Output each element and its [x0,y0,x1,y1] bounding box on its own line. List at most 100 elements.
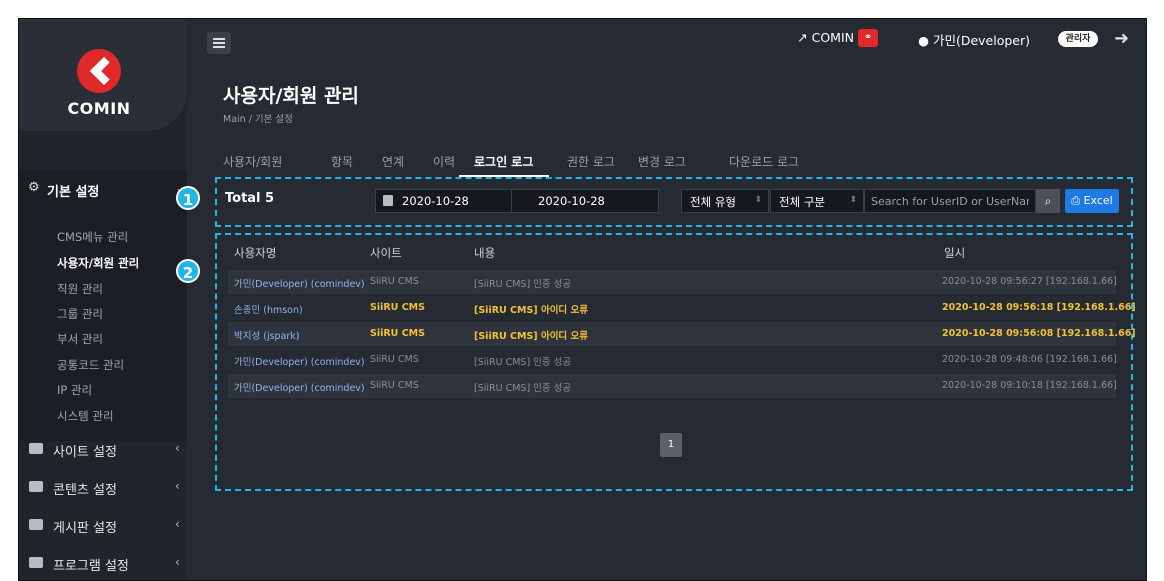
sidebar-subitem[interactable]: 부서 관리 [57,331,103,347]
cell-date: 2020-10-28 09:48:06 [192.168.1.66] [942,354,1117,365]
tab-item[interactable]: 변경 로그 [638,153,686,170]
sidebar-subitem[interactable]: 직원 관리 [57,281,103,297]
search-icon: ⌕ [1044,194,1052,208]
user-menu[interactable]: ● 가민(Developer) [918,30,1030,49]
comments-icon [29,519,43,530]
cell-date: 2020-10-28 09:10:18 [192.168.1.66] [942,380,1117,391]
comin-site-link[interactable]: ↗ COMIN [797,30,854,45]
page-title: 사용자/회원 관리 [223,85,359,107]
select-arrow-icon: ⬍ [754,195,762,205]
cell-site: SiiRU CMS [370,328,425,339]
calendar-icon [383,195,393,206]
search-input[interactable] [864,189,1036,213]
table-row: 가민(Developer) (comindev) SiiRU CMS [SiiRU … [228,270,1117,294]
sidebar: COMIN ⚙ 기본 설정 ⌄ CMS메뉴 관리사용자/회원 관리직원 관리그룹… [19,19,187,580]
cell-user[interactable]: 가민(Developer) (comindev) [234,354,365,368]
cell-content: [SiiRU CMS] 인증 성공 [474,357,572,368]
cell-user[interactable]: 가민(Developer) (comindev) [234,276,365,290]
column-header-site: 사이트 [370,246,402,260]
total-count: Total 5 [225,191,275,206]
chevron-left-icon: ‹ [175,517,180,531]
tab-item[interactable]: 항목 [331,153,353,170]
sidebar-section-basic[interactable]: ⚙ 기본 설정 ⌄ CMS메뉴 관리사용자/회원 관리직원 관리그룹 관리부서 … [19,171,187,441]
cell-content: [SiiRU CMS] 인증 성공 [474,279,572,290]
select-arrow-icon: ⬍ [849,195,857,205]
cell-content: [SiiRU CMS] 아이디 오류 [474,331,588,342]
chevron-left-icon: ‹ [175,479,180,493]
column-header-content: 내용 [474,246,496,260]
cell-content: [SiiRU CMS] 인증 성공 [474,383,572,394]
logo-text: COMIN [67,99,131,118]
tab-item[interactable]: 권한 로그 [567,153,615,170]
tab-item[interactable]: 연계 [382,153,404,170]
top-right-bar: ↗ COMIN ⚭ ● 가민(Developer) 관리자 ➜ [794,27,1134,51]
cell-site: SiiRU CMS [370,276,419,287]
date-from-input[interactable]: 2020-10-28 [375,189,523,213]
callout-marker-1: 1 [176,186,200,210]
excel-label: Excel [1083,194,1113,207]
sidebar-section-label: 사이트 설정 [53,445,117,460]
sidebar-section-label: 콘텐츠 설정 [53,483,117,498]
cell-user[interactable]: 손종민 (hmson) [234,302,303,316]
cell-user[interactable]: 박지성 (jspark) [234,328,300,342]
sidebar-subitem[interactable]: 사용자/회원 관리 [57,255,139,271]
cell-date: 2020-10-28 09:56:27 [192.168.1.66] [942,276,1117,287]
date-to-value: 2020-10-28 [538,194,605,208]
logo[interactable]: COMIN [19,19,187,131]
date-from-value: 2020-10-28 [402,194,469,208]
cell-site: SiiRU CMS [370,380,419,391]
tab-item[interactable]: 사용자/회원 [223,153,282,170]
cell-site: SiiRU CMS [370,302,425,313]
date-to-input[interactable]: 2020-10-28 [511,189,659,213]
gear-icon: ⚙ [28,180,40,195]
tab-item[interactable]: 다운로드 로그 [729,153,799,170]
cell-user[interactable]: 가민(Developer) (comindev) [234,380,365,394]
table-row: 가민(Developer) (comindev) SiiRU CMS [SiiRU … [228,348,1117,372]
pagination-page-button[interactable]: 1 [660,433,682,457]
sidebar-section-label: 프로그램 설정 [53,559,129,574]
sitemap-icon [29,557,43,568]
server-icon [29,443,43,454]
table-row: 손종민 (hmson) SiiRU CMS [SiiRU CMS] 아이디 오류 20… [228,296,1136,320]
category-select[interactable]: 전체 구분 ⬍ [770,189,864,213]
column-header-user: 사용자명 [234,246,277,260]
category-select-value: 전체 구분 [779,195,825,209]
sidebar-section-site[interactable]: 사이트 설정 ‹ [19,431,187,467]
sidebar-section-content[interactable]: 콘텐츠 설정 ‹ [19,469,187,505]
table-row: 가민(Developer) (comindev) SiiRU CMS [SiiRU … [228,374,1117,398]
search-button[interactable]: ⌕ [1036,189,1060,213]
breadcrumb: Main / 기본 설정 [223,114,293,125]
excel-icon: ⎙ [1071,194,1081,207]
link-icon[interactable]: ⚭ [858,29,878,47]
user-name-label: 가민(Developer) [932,33,1030,48]
chevron-left-icon: ‹ [175,555,180,569]
sidebar-subitem[interactable]: 공통코드 관리 [57,357,124,373]
sidebar-subitem[interactable]: IP 관리 [57,382,92,398]
sidebar-subitem[interactable]: 시스템 관리 [57,408,114,424]
tab-item[interactable]: 로그인 로그 [474,153,533,170]
sidebar-subitem[interactable]: 그룹 관리 [57,306,103,322]
cell-site: SiiRU CMS [370,354,419,365]
excel-download-button[interactable]: ⎙ Excel [1065,189,1119,213]
sidebar-section-board[interactable]: 게시판 설정 ‹ [19,507,187,543]
tab-item[interactable]: 이력 [433,153,455,170]
cell-date: 2020-10-28 09:56:18 [192.168.1.66] [942,302,1136,313]
cell-content: [SiiRU CMS] 아이디 오류 [474,305,588,316]
admin-badge: 관리자 [1058,31,1098,47]
column-header-date: 일시 [944,246,966,260]
sidebar-toggle-button[interactable] [207,32,231,54]
sidebar-section-program[interactable]: 프로그램 설정 ‹ [19,545,187,580]
type-select-value: 전체 유형 [690,195,736,209]
app-window: COMIN ⚙ 기본 설정 ⌄ CMS메뉴 관리사용자/회원 관리직원 관리그룹… [18,18,1147,581]
table-row: 박지성 (jspark) SiiRU CMS [SiiRU CMS] 아이디 오류 2… [228,322,1136,346]
chevron-left-icon: ‹ [175,441,180,455]
comin-link-label: COMIN [811,30,854,45]
logout-icon[interactable]: ➜ [1114,28,1134,49]
sidebar-subitem[interactable]: CMS메뉴 관리 [57,229,128,245]
cell-date: 2020-10-28 09:56:08 [192.168.1.66] [942,328,1136,339]
logo-icon [77,49,121,93]
sidebar-section-label: 기본 설정 [47,185,100,200]
callout-marker-2: 2 [176,259,200,283]
type-select[interactable]: 전체 유형 ⬍ [681,189,769,213]
sidebar-section-label: 게시판 설정 [53,521,117,536]
